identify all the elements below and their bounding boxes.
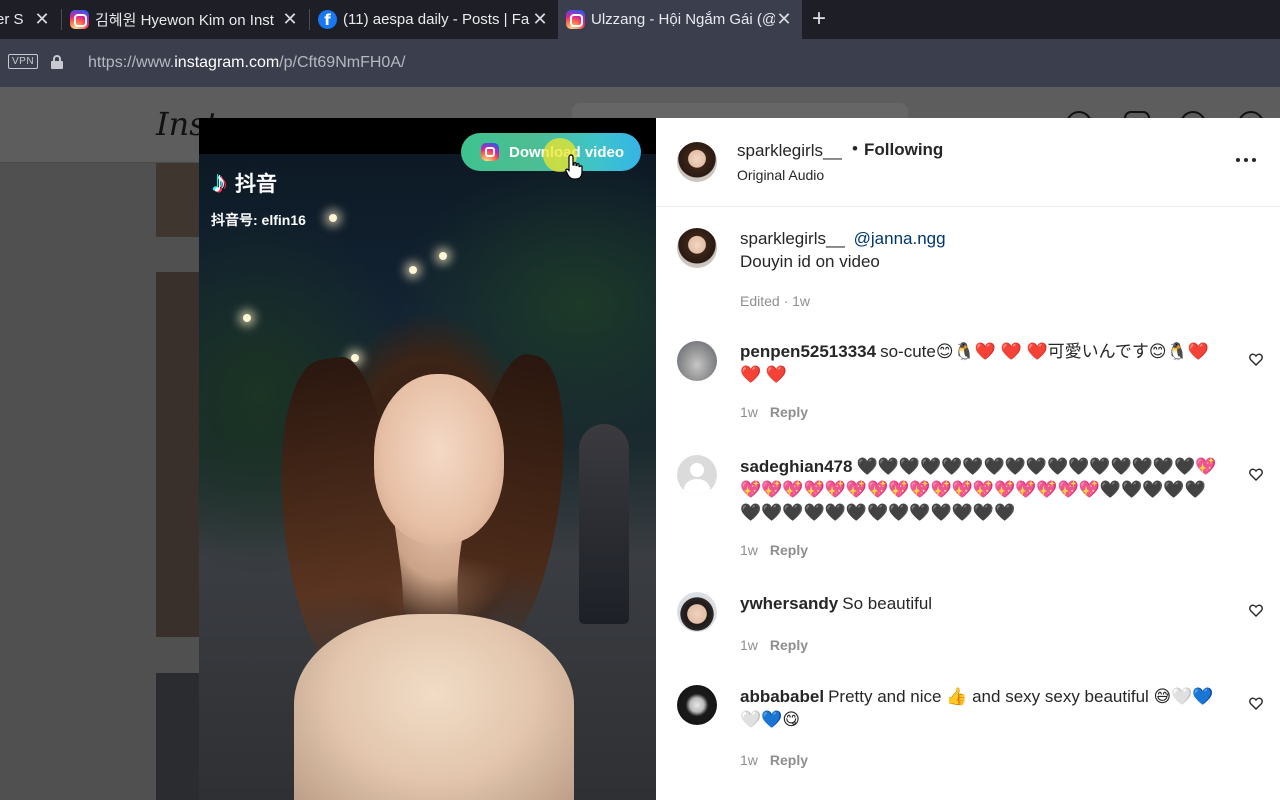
avatar[interactable] — [677, 592, 717, 632]
tab-close-icon[interactable]: ✕ — [776, 10, 792, 28]
comment-text: sadeghian478 🖤🖤🖤🖤🖤🖤🖤🖤🖤🖤🖤🖤🖤🖤🖤🖤💖💖💖💖💖💖💖💖💖💖💖💖… — [740, 455, 1220, 524]
comment-text: ywhersandy So beautiful — [740, 592, 1220, 615]
feed-image — [156, 673, 200, 800]
avatar[interactable] — [677, 685, 717, 725]
like-heart-icon[interactable] — [1249, 353, 1263, 366]
caption-text: sparklegirls__ @janna.ngg Douyin id on v… — [740, 227, 1220, 273]
douyin-watermark: ♪ 抖音 — [212, 166, 277, 200]
comment-meta: 1w Reply — [740, 542, 808, 558]
post-video-player[interactable]: ♪ 抖音 抖音号: elfin16 Download video — [199, 118, 656, 800]
tab-4-active[interactable]: Ulzzang - Hội Ngắm Gái (@ ✕ — [558, 0, 802, 39]
comment-body: So beautiful — [842, 594, 933, 613]
hand-cursor-icon — [565, 154, 583, 180]
tab-3[interactable]: f (11) aespa daily - Posts | Fa ✕ — [310, 0, 558, 39]
browser-tab-bar: er S ✕ 김혜원 Hyewon Kim on Inst ✕ f (11) a… — [0, 0, 1280, 39]
reply-button[interactable]: Reply — [770, 637, 808, 653]
like-heart-icon[interactable] — [1249, 604, 1263, 617]
caption-mention[interactable]: @janna.ngg — [854, 229, 946, 248]
background-person — [579, 424, 629, 624]
post-side-panel: sparklegirls__ • Following Original Audi… — [656, 118, 1280, 800]
like-heart-icon[interactable] — [1249, 468, 1263, 481]
douyin-id: 抖音号: elfin16 — [211, 212, 306, 228]
avatar[interactable] — [677, 341, 717, 381]
separator-dot: • — [852, 139, 858, 158]
like-heart-icon[interactable] — [1249, 697, 1263, 710]
caption-meta: Edited · 1w — [740, 293, 811, 309]
reply-button[interactable]: Reply — [770, 752, 808, 768]
avatar[interactable] — [677, 228, 717, 268]
following-button[interactable]: Following — [864, 140, 943, 160]
comment-age: 1w — [740, 752, 758, 768]
post-author[interactable]: sparklegirls__ — [737, 141, 842, 161]
tab-title: (11) aespa daily - Posts | Fa — [343, 11, 530, 28]
vpn-badge[interactable]: VPN — [8, 54, 39, 69]
face-shape — [374, 374, 504, 544]
address-bar: VPN https://www.instagram.com/p/Cft69NmF… — [0, 39, 1280, 87]
avatar[interactable] — [677, 455, 717, 495]
instagram-icon — [481, 143, 499, 161]
douyin-note-icon: ♪ — [212, 166, 227, 199]
feed-image — [156, 163, 200, 237]
comment-meta: 1w Reply — [740, 637, 808, 653]
comment-text: abbababel Pretty and nice 👍 and sexy sexy… — [740, 685, 1220, 731]
more-options-icon[interactable] — [1236, 158, 1256, 164]
tab-close-icon[interactable]: ✕ — [34, 10, 50, 28]
comment-user[interactable]: penpen52513334 — [740, 342, 876, 361]
facebook-icon: f — [318, 10, 337, 29]
comment-age: 1w — [740, 404, 758, 420]
new-tab-button[interactable]: + — [812, 7, 826, 31]
comment-user[interactable]: sadeghian478 — [740, 457, 852, 476]
lock-icon[interactable] — [51, 55, 63, 69]
audio-link[interactable]: Original Audio — [737, 167, 824, 183]
tab-close-icon[interactable]: ✕ — [282, 10, 298, 28]
url-field[interactable]: https://www.instagram.com/p/Cft69NmFH0A/ — [88, 54, 405, 72]
video-frame[interactable] — [199, 154, 656, 800]
comment-meta: 1w Reply — [740, 752, 808, 768]
comment-user[interactable]: ywhersandy — [740, 594, 838, 613]
tab-title: er S — [0, 11, 24, 28]
post-header: sparklegirls__ • Following Original Audi… — [656, 118, 1280, 207]
comment-user[interactable]: abbababel — [740, 687, 824, 706]
comment-meta: 1w Reply — [740, 404, 808, 420]
comment-age: 1w — [740, 542, 758, 558]
avatar[interactable] — [677, 142, 717, 182]
instagram-icon — [566, 10, 585, 29]
tab-title: 김혜원 Hyewon Kim on Inst — [95, 12, 274, 29]
feed-image — [156, 272, 200, 637]
tab-close-icon[interactable]: ✕ — [532, 10, 548, 28]
tab-2[interactable]: 김혜원 Hyewon Kim on Inst ✕ — [62, 0, 308, 39]
caption-body: Douyin id on video — [740, 252, 880, 271]
reply-button[interactable]: Reply — [770, 542, 808, 558]
dress-shape — [294, 614, 574, 800]
instagram-icon — [70, 10, 89, 29]
tab-title: Ulzzang - Hội Ngắm Gái (@ — [591, 11, 775, 28]
reply-button[interactable]: Reply — [770, 404, 808, 420]
tab-1[interactable]: er S ✕ — [0, 0, 60, 39]
caption-user[interactable]: sparklegirls__ — [740, 229, 845, 248]
comment-age: 1w — [740, 637, 758, 653]
douyin-name: 抖音 — [235, 173, 277, 196]
comment-text: penpen52513334 so-cute😊🐧❤️ ❤️ ❤️可愛いんです😊🐧❤… — [740, 340, 1220, 386]
